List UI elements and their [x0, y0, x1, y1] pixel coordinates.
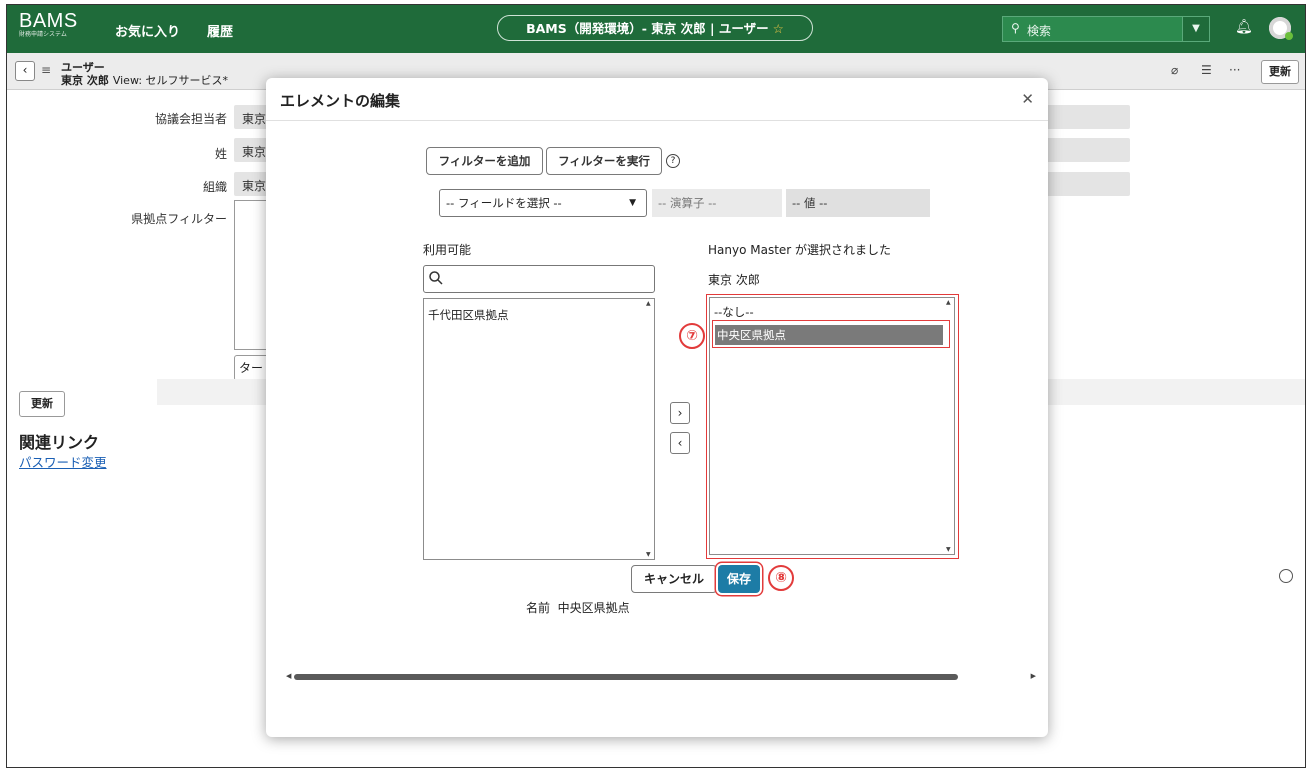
- dialog-header: エレメントの編集 ✕: [266, 78, 1048, 121]
- search-input[interactable]: 検索: [1027, 22, 1051, 39]
- operator-select[interactable]: -- 演算子 --: [652, 189, 782, 217]
- name-label: 名前: [526, 601, 551, 615]
- nav-favorites[interactable]: お気に入り: [115, 21, 180, 40]
- settings-sliders-icon[interactable]: ☰: [1201, 63, 1212, 77]
- field-label-base-filter: 県拠点フィルター: [131, 212, 227, 226]
- record-name: 東京 次郎: [61, 74, 109, 87]
- back-button[interactable]: ‹: [15, 61, 35, 81]
- nav-history[interactable]: 履歴: [207, 21, 233, 40]
- star-icon[interactable]: ☆: [773, 21, 784, 36]
- base-filter-textarea[interactable]: [234, 200, 270, 350]
- avatar[interactable]: [1269, 17, 1293, 40]
- page-title-pill[interactable]: BAMS（開発環境）- 東京 次郎 | ユーザー ☆: [497, 15, 813, 41]
- search-icon: ⚲: [1011, 21, 1020, 35]
- view-label: View: セルフサービス*: [112, 74, 229, 87]
- page-title: BAMS（開発環境）- 東京 次郎 | ユーザー: [526, 21, 769, 36]
- save-button[interactable]: 保存: [718, 565, 760, 593]
- brand-logo[interactable]: BAMS 財務申請システム: [19, 11, 78, 39]
- surname-value: 東京: [242, 145, 267, 159]
- menu-icon[interactable]: ≡: [41, 63, 51, 77]
- available-label: 利用可能: [423, 243, 472, 257]
- more-options-icon[interactable]: ···: [1229, 63, 1240, 77]
- header-update-button[interactable]: 更新: [1261, 60, 1299, 84]
- run-filter-button[interactable]: フィルターを実行: [546, 147, 662, 175]
- related-links-heading: 関連リンク: [19, 433, 100, 452]
- step-marker-8: ⑧: [768, 565, 794, 591]
- scrollbar[interactable]: ▲ ▼: [646, 300, 653, 558]
- global-search[interactable]: ⚲ 検索 ▼: [1002, 16, 1210, 42]
- dialog-title: エレメントの編集: [280, 92, 401, 110]
- field-label-council: 協議会担当者: [154, 112, 227, 126]
- search-scope-dropdown[interactable]: ▼: [1182, 17, 1209, 41]
- available-search-input[interactable]: [423, 265, 655, 293]
- field-label-org: 組織: [202, 180, 227, 194]
- app-window: BAMS 財務申請システム お気に入り 履歴 BAMS（開発環境）- 東京 次郎…: [6, 4, 1306, 768]
- brand-name: BAMS: [19, 10, 78, 32]
- org-value: 東京: [242, 179, 267, 193]
- filter-condition-input[interactable]: ター: [234, 355, 270, 381]
- edit-element-dialog: エレメントの編集 ✕ フィルターを追加 フィルターを実行 ? -- フィールドを…: [266, 78, 1048, 737]
- name-row: 名前 中央区県拠点: [526, 599, 630, 616]
- horizontal-scrollbar[interactable]: ◀ ▶: [286, 672, 1036, 680]
- search-icon: [429, 271, 443, 285]
- list-item[interactable]: --なし--: [714, 304, 754, 320]
- help-icon[interactable]: ?: [666, 154, 680, 168]
- council-value: 東京: [242, 112, 267, 126]
- move-right-button[interactable]: ›: [670, 402, 690, 424]
- form-update-button[interactable]: 更新: [19, 391, 65, 417]
- available-list[interactable]: 千代田区県拠点 ▲ ▼: [423, 298, 655, 560]
- password-change-link[interactable]: パスワード変更: [19, 452, 107, 471]
- chevron-down-icon: ▼: [629, 198, 636, 208]
- field-label-surname: 姓: [214, 147, 227, 161]
- value-input[interactable]: -- 値 --: [786, 189, 930, 217]
- attachment-icon[interactable]: ⌀: [1171, 63, 1178, 77]
- clock-icon[interactable]: [1279, 569, 1293, 583]
- cancel-button[interactable]: キャンセル: [631, 565, 717, 593]
- brand-subtitle: 財務申請システム: [19, 31, 67, 38]
- scroll-left-icon[interactable]: ◀: [286, 672, 291, 680]
- step-marker-7: ⑦: [679, 323, 705, 349]
- list-item[interactable]: 千代田区県拠点: [428, 307, 509, 323]
- bell-icon[interactable]: 🔔︎: [1235, 19, 1253, 35]
- field-select-value: -- フィールドを選択 --: [446, 196, 562, 210]
- close-icon[interactable]: ✕: [1021, 90, 1034, 108]
- add-filter-button[interactable]: フィルターを追加: [426, 147, 543, 175]
- selected-item-highlight: [712, 320, 950, 348]
- selected-label: Hanyo Master が選択されました: [708, 243, 892, 257]
- scroll-right-icon[interactable]: ▶: [1031, 672, 1036, 680]
- record-title: 東京 次郎 View: セルフサービス*: [61, 72, 228, 88]
- top-navigation-bar: BAMS 財務申請システム お気に入り 履歴 BAMS（開発環境）- 東京 次郎…: [7, 5, 1305, 53]
- move-left-button[interactable]: ‹: [670, 432, 690, 454]
- scroll-thumb[interactable]: [294, 674, 958, 680]
- name-value: 中央区県拠点: [557, 601, 630, 615]
- selected-user-name: 東京 次郎: [708, 273, 760, 287]
- field-select[interactable]: -- フィールドを選択 -- ▼: [439, 189, 647, 217]
